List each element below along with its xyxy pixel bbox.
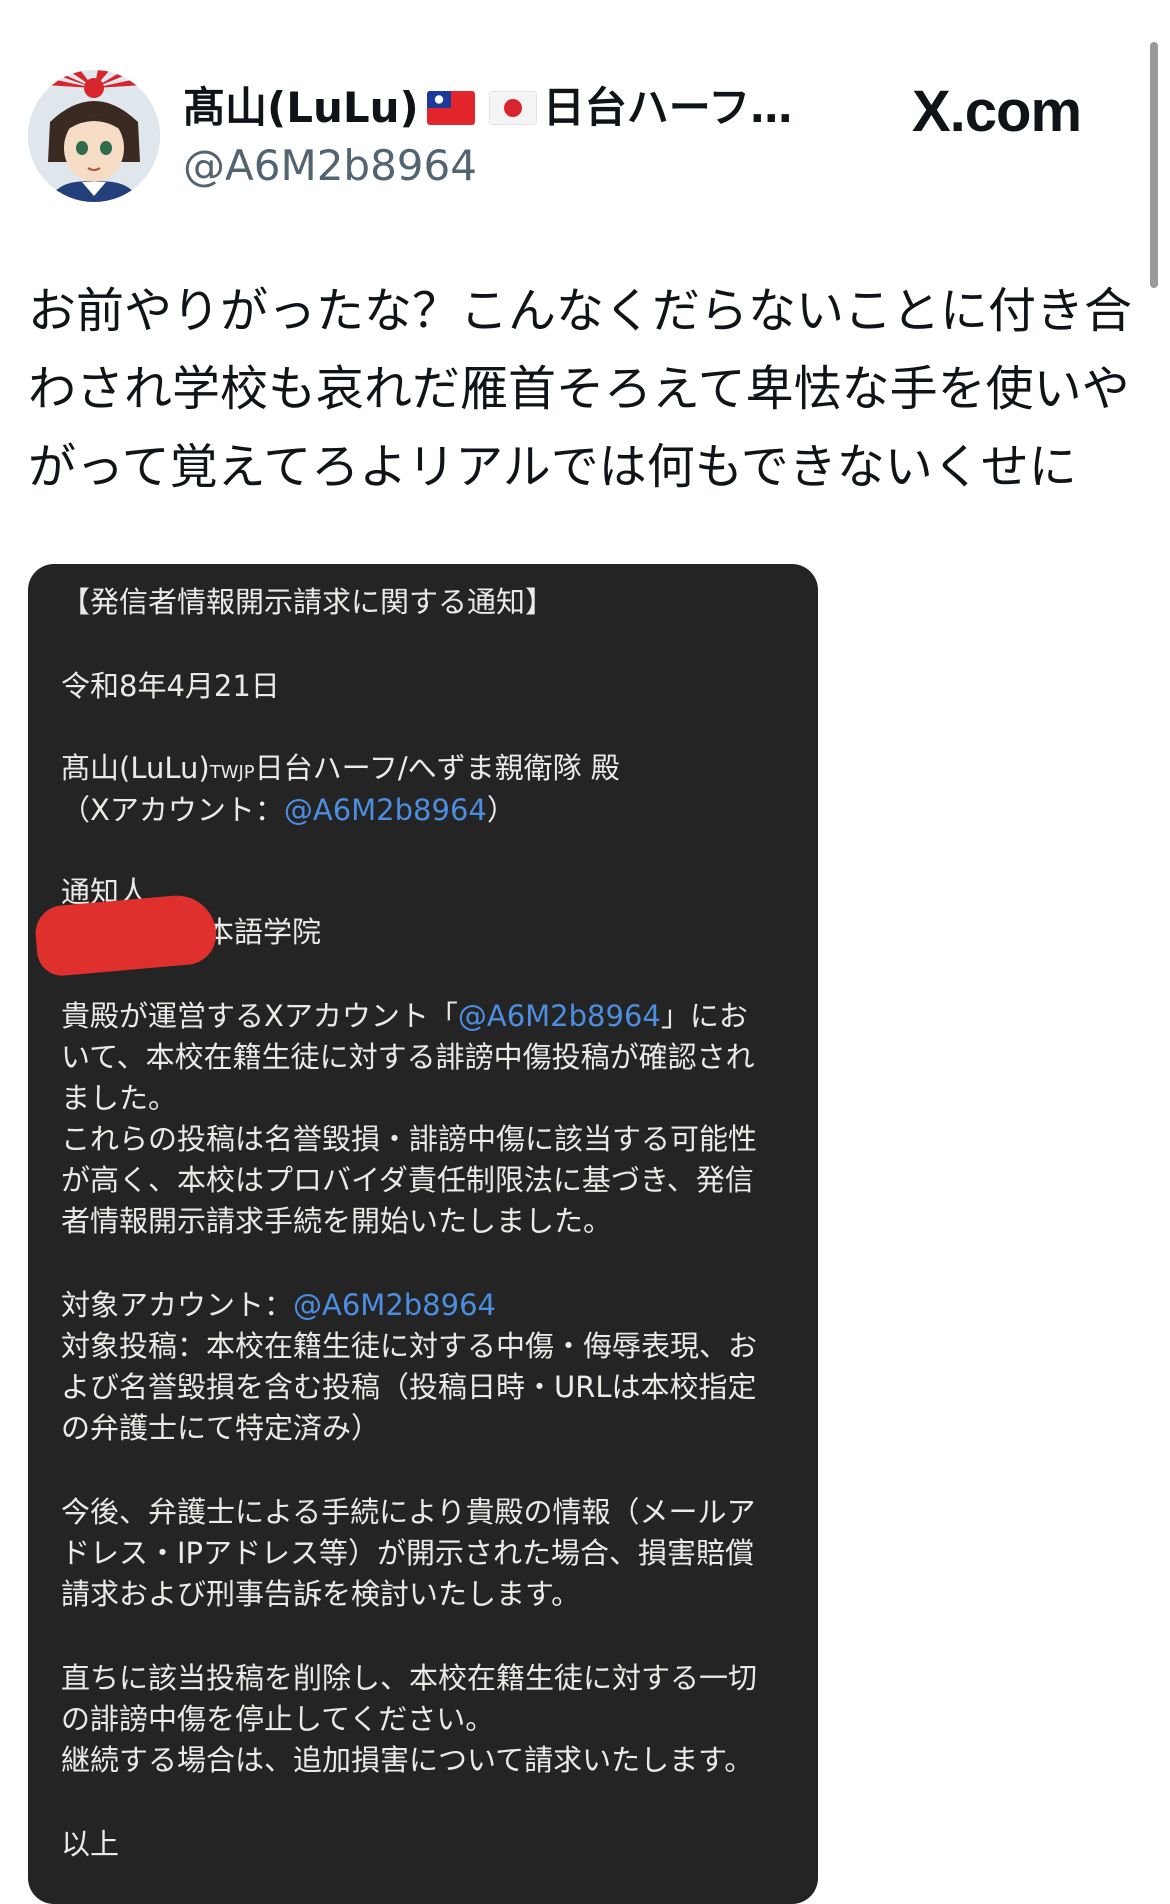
p1-suffix: 」にお: [660, 999, 748, 1033]
notice-paragraph-line: 継続する場合は、追加損害について請求いたします。: [61, 1743, 754, 1777]
target-post-line: の弁護士にて特定済み）: [61, 1411, 381, 1445]
tweet-media-image[interactable]: 【発信者情報開示請求に関する通知】 令和8年4月21日 髙山(LuLu)TWJP…: [28, 564, 818, 1904]
notice-title: 【発信者情報開示請求に関する通知】: [61, 585, 555, 619]
notice-paragraph-line: いて、本校在籍生徒に対する誹謗中傷投稿が確認され: [61, 1040, 755, 1074]
notice-paragraph-line: の誹謗中傷を停止してください。: [61, 1702, 495, 1736]
notice-paragraph-line: 直ちに該当投稿を削除し、本校在籍生徒に対する一切: [61, 1661, 758, 1695]
taiwan-flag-icon: [426, 90, 475, 125]
tweet-header: 髙山(LuLu) 日台ハーフ… @A6M2b8964 X.com: [0, 0, 1170, 210]
addressee-name: 髙山(LuLu): [61, 751, 210, 785]
target-post-line: 対象投稿：本校在籍生徒に対する中傷・侮辱表現、お: [61, 1329, 758, 1363]
author-name: 髙山(LuLu): [183, 83, 419, 132]
notice-paragraph-line: 請求および刑事告訴を検討いたします。: [61, 1577, 581, 1611]
tweet-text-line: わされ学校も哀れだ雁首そろえて卑怯な手を使いや: [28, 361, 1130, 417]
author-handle[interactable]: @A6M2b8964: [183, 138, 477, 194]
account-prefix: （Xアカウント：: [61, 793, 284, 827]
notice-closing: 以上: [61, 1827, 120, 1861]
account-handle-link: @A6M2b8964: [293, 1288, 496, 1322]
notice-paragraph-line: ました。: [61, 1081, 178, 1115]
notice-paragraph-line: これらの投稿は名誉毀損・誹謗中傷に該当する可能性: [61, 1122, 758, 1156]
x-logo[interactable]: X.com: [912, 78, 1082, 146]
notice-paragraph-line: 今後、弁護士による手続により貴殿の情報（メールア: [61, 1495, 756, 1529]
author-display-name[interactable]: 髙山(LuLu) 日台ハーフ…: [183, 80, 792, 136]
notice-paragraph-line: ドレス・IPアドレス等）が開示された場合、損害賠償: [61, 1536, 755, 1570]
avatar[interactable]: [28, 70, 160, 202]
account-handle-link: @A6M2b8964: [283, 793, 487, 827]
avatar-image: [28, 70, 160, 202]
notice-date: 令和8年4月21日: [61, 669, 280, 703]
addressee-flag-text: TWJP: [209, 762, 255, 783]
redaction-mark: [33, 892, 219, 978]
notice-addressee: 髙山(LuLu)TWJP日台ハーフ/へずま親衛隊 殿: [61, 748, 620, 793]
tweet-body: お前やりがったな？こんなくだらないことに付き合 わされ学校も哀れだ雁首そろえて卑…: [28, 272, 1138, 506]
account-suffix: ）: [486, 793, 516, 827]
tweet-text-line: がって覚えてろよリアルでは何もできないくせに: [28, 439, 1077, 495]
tweet-text-line: お前やりがったな？こんなくだらないことに付き合: [28, 283, 1133, 339]
target-account-line: 対象アカウント：@A6M2b8964: [61, 1285, 496, 1325]
p1-prefix: 貴殿が運営するXアカウント「: [61, 999, 458, 1033]
target-account-label: 対象アカウント：: [61, 1288, 294, 1322]
target-post-line: よび名誉毀損を含む投稿（投稿日時・URLは本校指定: [61, 1370, 757, 1404]
japan-flag-icon: [488, 90, 537, 125]
notice-paragraph-line: 貴殿が運営するXアカウント「@A6M2b8964」にお: [61, 996, 748, 1036]
addressee-title: 日台ハーフ/へずま親衛隊 殿: [254, 751, 620, 785]
notice-paragraph-line: 者情報開示請求手続を開始いたしました。: [61, 1204, 613, 1238]
notice-paragraph-line: が高く、本校はプロバイダ責任制限法に基づき、発信: [61, 1163, 754, 1197]
notice-account-line: （Xアカウント：@A6M2b8964）: [61, 790, 516, 830]
account-handle-link: @A6M2b8964: [457, 999, 661, 1033]
author-name-suffix: 日台ハーフ…: [542, 83, 793, 132]
